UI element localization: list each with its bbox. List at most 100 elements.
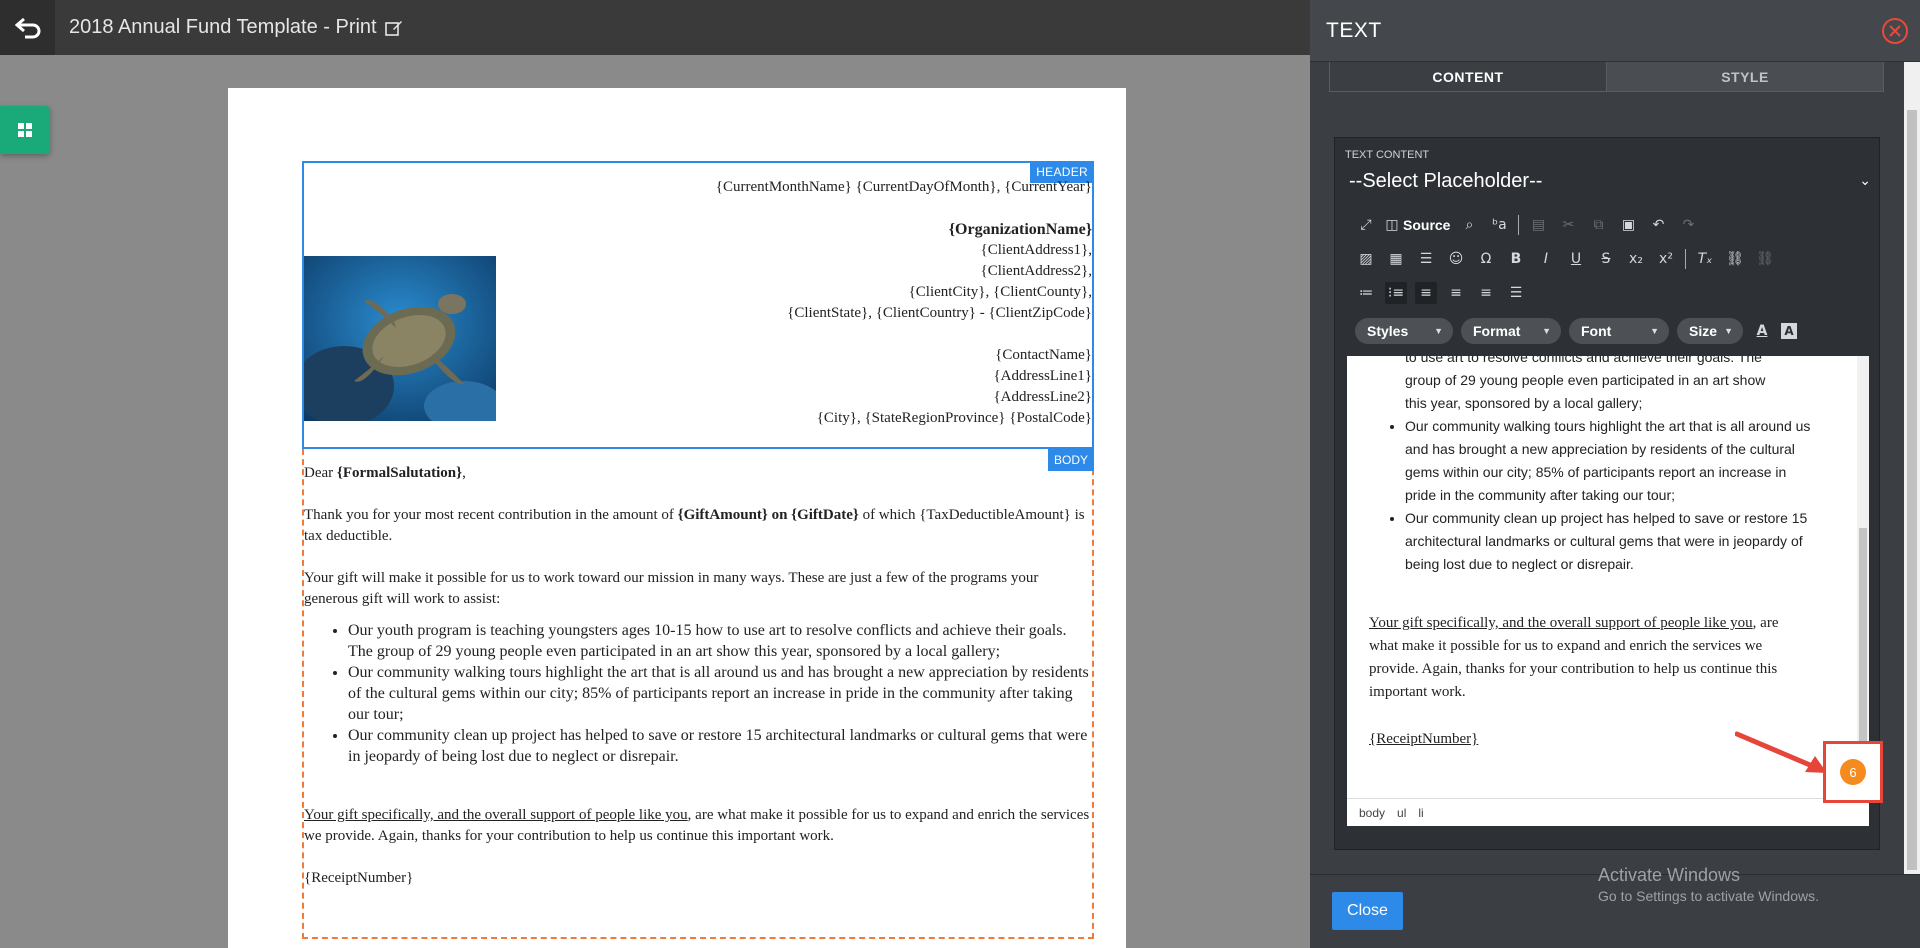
document-title: 2018 Annual Fund Template - Print xyxy=(69,16,403,39)
paste-icon[interactable]: ▣ xyxy=(1617,214,1639,236)
receipt-number: {ReceiptNumber} xyxy=(304,870,414,886)
editor-list: to use art to resolve conflicts and achi… xyxy=(1405,356,1839,415)
strikethrough-icon[interactable]: S xyxy=(1595,248,1617,270)
paragraph-support: Your gift specifically, and the overall … xyxy=(304,807,1090,844)
list-item: to use art to resolve conflicts and achi… xyxy=(1405,356,1839,415)
font-dropdown[interactable]: Font ▼ xyxy=(1569,318,1669,344)
undo-icon[interactable]: ↶ xyxy=(1647,214,1669,236)
client-city-county: {ClientCity}, {ClientCounty}, xyxy=(908,284,1092,300)
numbered-list-icon[interactable]: ≔ xyxy=(1355,282,1377,304)
align-right-icon[interactable]: ≡ xyxy=(1475,282,1497,304)
smiley-icon[interactable]: ☺ xyxy=(1445,248,1467,270)
panel-tabs: CONTENT STYLE xyxy=(1329,62,1884,92)
italic-icon[interactable]: I xyxy=(1535,248,1557,270)
link-icon[interactable]: ⛓ xyxy=(1724,248,1746,270)
align-left-icon[interactable]: ≡ xyxy=(1415,282,1437,304)
editor-list-continued: Our community walking tours highlight th… xyxy=(1405,415,1815,576)
fragment-line: group of 29 young people even participat… xyxy=(1405,372,1766,388)
editor-scrollbar[interactable] xyxy=(1857,356,1869,798)
back-button[interactable] xyxy=(0,0,55,55)
paragraph-thanks: Thank you for your most recent contribut… xyxy=(304,507,1085,544)
unlink-icon[interactable]: ⛓ xyxy=(1754,248,1776,270)
list-item: Our community clean up project has helpe… xyxy=(348,725,1092,767)
sea-turtle-image xyxy=(304,256,496,421)
paragraph-mission: Your gift will make it possible for us t… xyxy=(304,570,1039,607)
toolbar-separator xyxy=(1685,249,1686,269)
watermark-line-1: Activate Windows xyxy=(1598,865,1741,885)
annotation-arrow-icon xyxy=(1735,731,1827,773)
fragment-line: to use art to resolve conflicts and achi… xyxy=(1405,356,1762,365)
list-item: Our community clean up project has helpe… xyxy=(1405,507,1815,576)
tab-content[interactable]: CONTENT xyxy=(1330,62,1606,91)
close-button[interactable]: Close xyxy=(1332,892,1403,930)
bold-icon[interactable]: B xyxy=(1505,248,1527,270)
address-line-2: {AddressLine2} xyxy=(993,389,1092,405)
source-button[interactable]: ◫ Source xyxy=(1385,214,1450,236)
format-dropdown[interactable]: Format ▼ xyxy=(1461,318,1561,344)
close-icon xyxy=(1889,25,1901,37)
horizontal-line-icon[interactable]: ☰ xyxy=(1415,248,1437,270)
maximize-icon[interactable]: ⤢ xyxy=(1355,214,1377,236)
text-properties-panel: TEXT CONTENT STYLE TEXT CONTENT --Select… xyxy=(1310,0,1920,948)
close-panel-button[interactable] xyxy=(1882,18,1908,44)
styles-dropdown[interactable]: Styles ▼ xyxy=(1355,318,1453,344)
copy-icon[interactable]: ⧉ xyxy=(1587,214,1609,236)
notification-badge[interactable]: 6 xyxy=(1840,759,1866,785)
document-title-text: 2018 Annual Fund Template - Print xyxy=(69,16,377,38)
select-all-icon[interactable]: ▤ xyxy=(1527,214,1549,236)
client-state-zip: {ClientState}, {ClientCountry} - {Client… xyxy=(787,305,1092,321)
letter-body: Dear {FormalSalutation}, Thank you for y… xyxy=(304,463,1092,889)
path-item-body[interactable]: body xyxy=(1359,806,1385,820)
redo-icon[interactable]: ↷ xyxy=(1677,214,1699,236)
placeholder-select[interactable]: --Select Placeholder-- ⌄ xyxy=(1335,164,1881,198)
find-icon[interactable]: ⌕ xyxy=(1458,214,1480,236)
editor-content: to use art to resolve conflicts and achi… xyxy=(1369,356,1839,751)
client-address-2: {ClientAddress2}, xyxy=(980,263,1092,279)
cut-icon[interactable]: ✂ xyxy=(1557,214,1579,236)
header-region[interactable]: HEADER {CurrentMonthName} {CurrentDayOfM… xyxy=(302,161,1094,449)
panel-scrollbar[interactable] xyxy=(1904,62,1920,874)
edit-icon[interactable] xyxy=(384,19,403,37)
editor-toolbar-row-3: ≔ ⁝≡ ≡ ≡ ≡ ☰ xyxy=(1355,282,1527,304)
highlight-box: 6 xyxy=(1823,741,1883,803)
underline-icon[interactable]: U xyxy=(1565,248,1587,270)
image-icon[interactable]: ▨ xyxy=(1355,248,1377,270)
toolbar-separator xyxy=(1518,215,1520,235)
remove-format-icon[interactable]: Tₓ xyxy=(1694,248,1716,270)
editor-toolbar-row-1: ⤢ ◫ Source ⌕ ᵇa ▤ ✂ ⧉ ▣ ↶ ↷ xyxy=(1355,214,1699,236)
editor-paragraph-support: Your gift specifically, and the overall … xyxy=(1369,615,1779,700)
align-center-icon[interactable]: ≡ xyxy=(1445,282,1467,304)
table-icon[interactable]: ▦ xyxy=(1385,248,1407,270)
element-path-bar: body ul li xyxy=(1347,798,1869,826)
path-item-li[interactable]: li xyxy=(1418,806,1423,820)
subscript-icon[interactable]: x₂ xyxy=(1625,248,1647,270)
size-dropdown[interactable]: Size ▼ xyxy=(1677,318,1743,344)
path-item-ul[interactable]: ul xyxy=(1397,806,1406,820)
panel-header: TEXT xyxy=(1310,0,1920,62)
body-region[interactable]: BODY Dear {FormalSalutation}, Thank you … xyxy=(302,449,1094,939)
organization-name: {OrganizationName} xyxy=(948,221,1092,238)
contact-name: {ContactName} xyxy=(995,347,1092,363)
document-page: HEADER {CurrentMonthName} {CurrentDayOfM… xyxy=(228,88,1126,948)
text-color-icon[interactable]: A xyxy=(1751,320,1773,342)
list-item: Our youth program is teaching youngsters… xyxy=(348,620,1092,662)
layout-toggle-tab[interactable] xyxy=(0,106,50,154)
address-line-1: {AddressLine1} xyxy=(993,368,1092,384)
tab-style[interactable]: STYLE xyxy=(1606,62,1883,91)
replace-icon[interactable]: ᵇa xyxy=(1488,214,1510,236)
city-state-postal: {City}, {StateRegionProvince} {PostalCod… xyxy=(816,410,1092,426)
superscript-icon[interactable]: x² xyxy=(1655,248,1677,270)
special-char-icon[interactable]: Ω xyxy=(1475,248,1497,270)
text-content-editor: TEXT CONTENT --Select Placeholder-- ⌄ ⤢ … xyxy=(1334,137,1883,850)
grid-icon xyxy=(18,123,32,137)
text-content-label: TEXT CONTENT xyxy=(1345,149,1430,161)
justify-icon[interactable]: ☰ xyxy=(1505,282,1527,304)
background-color-icon[interactable]: A xyxy=(1781,323,1797,339)
bulleted-list-icon[interactable]: ⁝≡ xyxy=(1385,282,1407,304)
programs-list: Our youth program is teaching youngsters… xyxy=(348,620,1092,767)
panel-scroll-thumb[interactable] xyxy=(1907,110,1917,870)
source-icon: ◫ xyxy=(1385,217,1399,233)
watermark-line-2: Go to Settings to activate Windows. xyxy=(1598,888,1819,904)
panel-title: TEXT xyxy=(1326,18,1382,42)
date-line: {CurrentMonthName} {CurrentDayOfMonth}, … xyxy=(715,179,1092,195)
